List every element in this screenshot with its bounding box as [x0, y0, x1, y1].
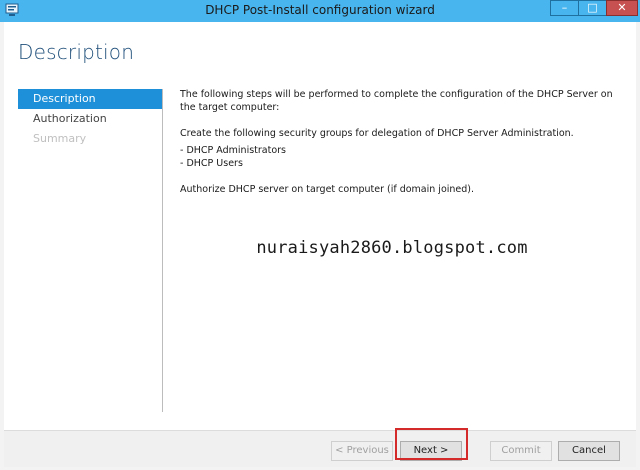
page-title: Description — [18, 40, 135, 64]
groups-heading: Create the following security groups for… — [180, 128, 574, 139]
wizard-window: DHCP Post-Install configuration wizard –… — [0, 0, 640, 470]
wizard-client: Description Description Authorization Su… — [4, 22, 636, 467]
button-bar: < Previous Next > Commit Cancel — [4, 430, 636, 467]
groups-list: - DHCP Administrators - DHCP Users — [180, 144, 620, 170]
wizard-nav: Description Authorization Summary — [18, 89, 162, 149]
cancel-button[interactable]: Cancel — [558, 441, 620, 461]
maximize-button[interactable]: □ — [578, 0, 607, 16]
nav-divider — [162, 89, 163, 412]
window-title: DHCP Post-Install configuration wizard — [205, 3, 435, 17]
minimize-icon: – — [561, 1, 568, 14]
next-button-highlight — [395, 428, 468, 460]
authorize-text: Authorize DHCP server on target computer… — [180, 184, 475, 195]
nav-item-description[interactable]: Description — [18, 89, 162, 109]
previous-button[interactable]: < Previous — [331, 441, 393, 461]
maximize-icon: □ — [587, 1, 598, 14]
commit-button[interactable]: Commit — [490, 441, 552, 461]
nav-item-summary: Summary — [33, 132, 87, 145]
watermark-text: nuraisyah2860.blogspot.com — [242, 227, 542, 269]
nav-item-authorization[interactable]: Authorization — [18, 109, 162, 129]
minimize-button[interactable]: – — [550, 0, 579, 16]
close-button[interactable]: ✕ — [606, 0, 638, 16]
group-item: - DHCP Administrators — [180, 145, 286, 156]
title-bar[interactable]: DHCP Post-Install configuration wizard –… — [0, 0, 640, 22]
intro-text: The following steps will be performed to… — [180, 89, 613, 113]
group-item: - DHCP Users — [180, 158, 243, 169]
description-content: The following steps will be performed to… — [180, 88, 620, 209]
close-icon: ✕ — [617, 1, 627, 14]
